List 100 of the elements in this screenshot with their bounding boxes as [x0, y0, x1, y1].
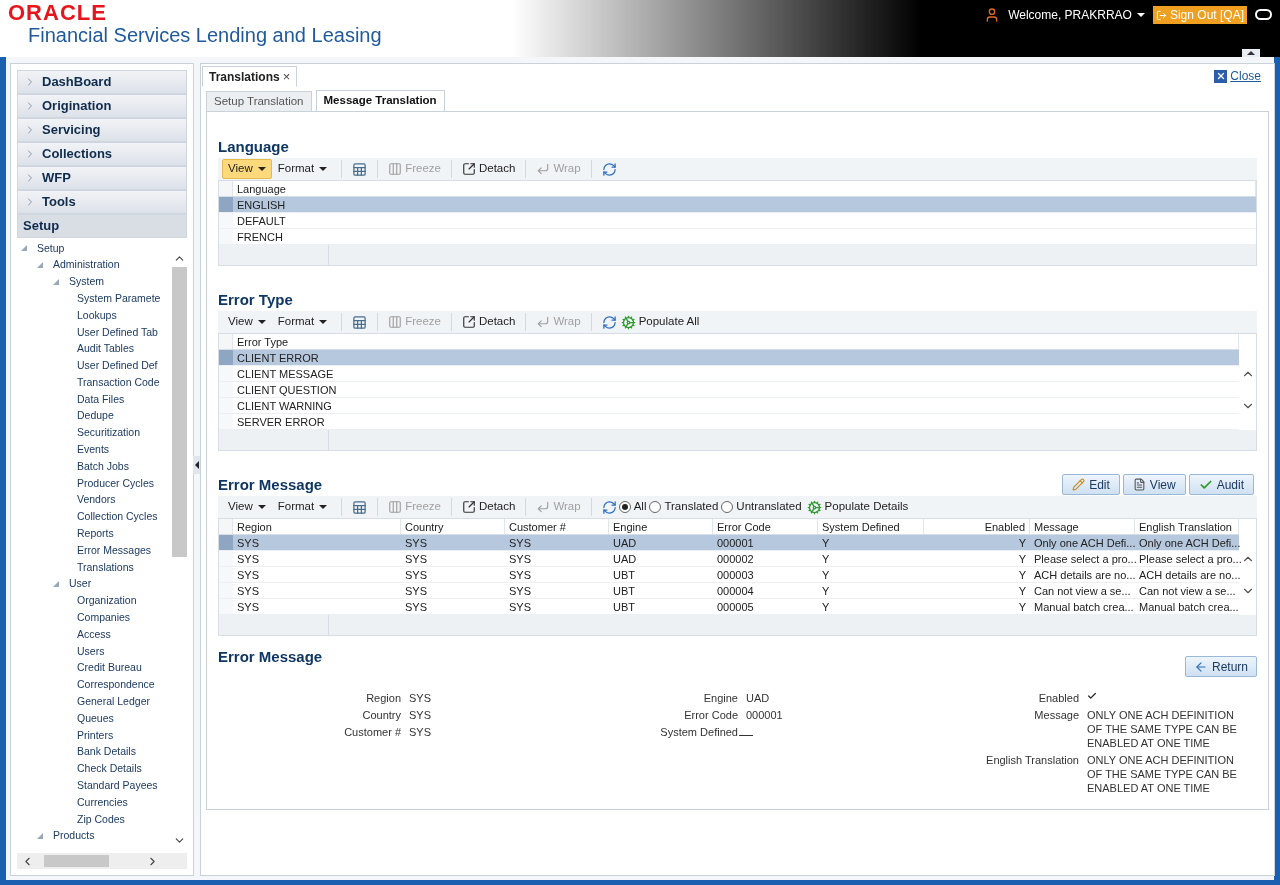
tree-item[interactable]: Producer Cycles	[77, 475, 155, 492]
column-header[interactable]: System Defined	[818, 519, 924, 534]
radio-option[interactable]: Untranslated	[721, 498, 802, 516]
tree-item[interactable]: User Defined Tab	[77, 324, 158, 341]
grid-row[interactable]: SYS SYS SYS UBT 000005 Y Y Manual batch crea... Manual batch crea...	[219, 599, 1239, 615]
tree-item[interactable]: Error Messages	[77, 542, 152, 559]
horizontal-scrollbar[interactable]	[17, 853, 187, 869]
tree-item[interactable]: Batch Jobs	[77, 458, 129, 475]
sub-tab[interactable]: Message Translation	[315, 90, 445, 112]
tree-item[interactable]: Check Details	[77, 761, 142, 777]
grid-row[interactable]: ENGLISH	[219, 197, 1256, 213]
menu-button[interactable]: View	[222, 312, 272, 332]
column-header[interactable]: Engine	[609, 519, 713, 534]
grid-row[interactable]: DEFAULT	[219, 213, 1256, 229]
menu-button[interactable]: View	[222, 497, 272, 517]
collapse-sidebar-icon[interactable]	[193, 456, 200, 474]
action-button[interactable]: Edit	[1062, 474, 1120, 495]
column-header[interactable]: Enabled	[924, 519, 1030, 534]
tree-item[interactable]: Zip Codes	[77, 811, 125, 828]
nav-section[interactable]: DashBoard	[17, 70, 187, 94]
nav-section[interactable]: WFP	[17, 166, 187, 190]
close-link[interactable]: Close	[1214, 67, 1261, 85]
tree-item[interactable]: Audit Tables	[77, 341, 134, 358]
tree-item[interactable]: Credit Bureau	[77, 660, 142, 677]
export-icon[interactable]	[352, 499, 368, 515]
column-header[interactable]: Region	[233, 519, 401, 534]
tree-item[interactable]: Printers	[77, 727, 114, 744]
column-header[interactable]: Error Type	[233, 334, 1239, 349]
tree-item[interactable]: Currencies	[77, 794, 128, 811]
action-button[interactable]: View	[1122, 474, 1186, 495]
tree-item[interactable]: User Defined Def	[77, 358, 158, 374]
grid-row[interactable]: CLIENT ERROR	[219, 350, 1239, 366]
menu-button[interactable]: Format	[271, 159, 334, 179]
tree-item[interactable]: System Paramete	[77, 290, 161, 307]
tree-item[interactable]: Companies	[77, 610, 131, 626]
tree-item[interactable]: General Ledger	[77, 694, 150, 710]
sub-tab[interactable]: Setup Translation	[206, 91, 312, 112]
tree-item[interactable]: Products	[53, 828, 95, 845]
grid-row[interactable]: SYS SYS SYS UBT 000004 Y Y Can not view a se... Can not view a se...	[219, 583, 1239, 599]
tree-item[interactable]: Vendors	[77, 492, 116, 509]
grid-row[interactable]: SYS SYS SYS UAD 000002 Y Y Please select a pro... Please select a pro...	[219, 551, 1239, 567]
tree-item[interactable]: Standard Payees	[77, 778, 158, 794]
column-header[interactable]: English Translation	[1135, 519, 1239, 534]
tree-item[interactable]: Dedupe	[77, 408, 114, 425]
grid-row[interactable]: CLIENT WARNING	[219, 398, 1239, 414]
nav-section[interactable]: Origination	[17, 94, 187, 118]
tree-item[interactable]: Transaction Code	[77, 374, 160, 391]
tree-item[interactable]: System	[69, 274, 104, 290]
column-header[interactable]: Error Code	[713, 519, 818, 534]
tree-item[interactable]: Securitization	[77, 425, 141, 442]
tree-item[interactable]: Queues	[77, 710, 114, 727]
tree-item[interactable]: Bank Details	[77, 744, 136, 761]
tree-item[interactable]: Correspondence	[77, 677, 155, 693]
tree-item[interactable]: Setup	[37, 240, 65, 257]
grid-row[interactable]: FRENCH	[219, 229, 1256, 245]
toolbar-button[interactable]: Detach	[459, 312, 518, 332]
column-header[interactable]: Country	[401, 519, 505, 534]
close-icon[interactable]: ×	[282, 66, 291, 87]
column-header[interactable]: Customer #	[505, 519, 609, 534]
nav-section[interactable]: Tools	[17, 190, 187, 214]
grid-row[interactable]: SERVER ERROR	[219, 414, 1239, 430]
toolbar-button[interactable]: Populate Details	[804, 497, 911, 517]
toolbar-button[interactable]: Detach	[459, 497, 518, 517]
nav-section[interactable]: Servicing	[17, 118, 187, 142]
nav-section[interactable]: Collections	[17, 142, 187, 166]
radio-option[interactable]: Translated	[649, 498, 719, 516]
return-button[interactable]: Return	[1184, 656, 1257, 677]
toolbar-button[interactable]: Detach	[459, 159, 518, 179]
tree-item[interactable]: User	[69, 576, 92, 593]
collapse-up-icon[interactable]	[1242, 49, 1260, 57]
menu-button[interactable]: Format	[271, 497, 334, 517]
column-header[interactable]: Message	[1030, 519, 1135, 534]
radio-option[interactable]: All	[618, 498, 647, 516]
export-icon[interactable]	[352, 314, 368, 330]
refresh-icon[interactable]	[601, 314, 617, 330]
tree-item[interactable]: Data Files	[77, 391, 125, 408]
user-menu[interactable]: Welcome, PRAKRRAO	[1008, 6, 1145, 24]
grid-row[interactable]: SYS SYS SYS UBT 000003 Y Y ACH details are no... ACH details are no...	[219, 567, 1239, 583]
refresh-icon[interactable]	[601, 161, 617, 177]
grid-row[interactable]: CLIENT MESSAGE	[219, 366, 1239, 382]
tree-item[interactable]: Users	[77, 643, 105, 660]
refresh-icon[interactable]	[601, 499, 617, 515]
scrollbar-thumb[interactable]	[171, 267, 187, 557]
tree-item[interactable]: Organization	[77, 593, 137, 609]
export-icon[interactable]	[352, 161, 368, 177]
grid-row[interactable]: SYS SYS SYS UAD 000001 Y Y Only one ACH Defi... Only one ACH Defi...	[219, 535, 1239, 551]
column-header[interactable]: Language	[233, 181, 1256, 196]
scrollbar-thumb[interactable]	[44, 855, 109, 867]
action-button[interactable]: Audit	[1188, 474, 1254, 495]
grid-row[interactable]: CLIENT QUESTION	[219, 382, 1239, 398]
page-tab[interactable]: Translations ×	[202, 66, 298, 87]
tree-item[interactable]: Access	[77, 626, 111, 643]
tree-item[interactable]: Administration	[53, 257, 120, 274]
tree-item[interactable]: Translations	[77, 559, 134, 576]
menu-button[interactable]: Format	[271, 312, 334, 332]
tree-item[interactable]: Reports	[77, 526, 114, 542]
toolbar-button[interactable]: Populate All	[618, 312, 702, 332]
menu-button[interactable]: View	[222, 159, 272, 179]
tree-item[interactable]: Events	[77, 442, 110, 458]
nav-section[interactable]: Setup	[17, 214, 187, 238]
